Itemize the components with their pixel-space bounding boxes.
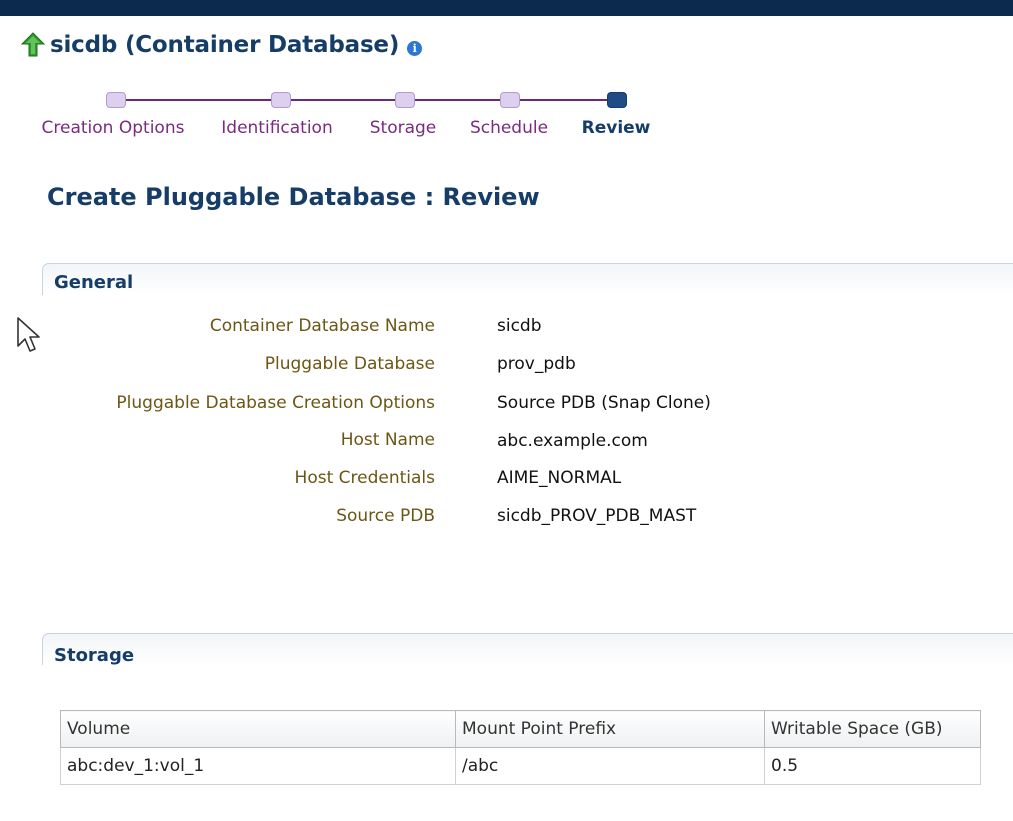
column-header-writable-space[interactable]: Writable Space (GB) [764,710,981,748]
train-navigation: Creation Options Identification Storage … [0,84,700,144]
label-container-database-name: Container Database Name [209,316,435,336]
general-section-header: General [42,263,1013,295]
label-source-pdb: Source PDB [336,506,435,526]
up-arrow-icon [20,32,46,57]
train-label-storage[interactable]: Storage [370,118,437,138]
value-container-database-name: sicdb [497,316,542,336]
column-header-volume[interactable]: Volume [60,710,456,748]
train-stop-creation-options[interactable] [106,92,126,108]
train-stop-schedule[interactable] [500,92,520,108]
mouse-cursor-icon [17,317,40,352]
label-creation-options: Pluggable Database Creation Options [116,393,435,413]
value-source-pdb: sicdb_PROV_PDB_MAST [497,506,697,526]
page-title: Create Pluggable Database : Review [47,183,540,211]
cell-writable-space: 0.5 [764,747,981,785]
general-section-title: General [54,272,134,293]
train-label-review: Review [581,118,651,138]
train-stop-storage[interactable] [395,92,415,108]
train-label-schedule[interactable]: Schedule [470,118,548,138]
volume-table-header-row: Volume Mount Point Prefix Writable Space… [60,710,981,748]
train-stop-identification[interactable] [271,92,291,108]
train-stop-review [607,92,627,108]
column-header-mount-point-prefix[interactable]: Mount Point Prefix [455,710,765,748]
value-host-name: abc.example.com [497,431,648,451]
volume-table: Volume Mount Point Prefix Writable Space… [60,710,981,785]
label-host-credentials: Host Credentials [294,468,435,488]
info-icon[interactable]: i [407,40,423,56]
database-title: sicdb (Container Database) [50,32,400,58]
train-connector [116,99,616,101]
label-pluggable-database: Pluggable Database [264,354,435,374]
top-bar [0,0,1013,16]
value-creation-options: Source PDB (Snap Clone) [497,393,711,413]
cell-mount-point-prefix: /abc [455,747,765,785]
storage-section-title: Storage [54,645,135,666]
value-pluggable-database: prov_pdb [497,354,576,374]
page-header: sicdb (Container Database) i [20,30,423,60]
storage-section-header: Storage [42,633,1013,666]
value-host-credentials: AIME_NORMAL [497,468,622,488]
label-host-name: Host Name [340,430,435,450]
table-row[interactable]: abc:dev_1:vol_1 /abc 0.5 [60,747,981,785]
train-label-identification[interactable]: Identification [221,118,332,138]
train-label-creation-options[interactable]: Creation Options [42,118,185,138]
cell-volume: abc:dev_1:vol_1 [60,747,456,785]
